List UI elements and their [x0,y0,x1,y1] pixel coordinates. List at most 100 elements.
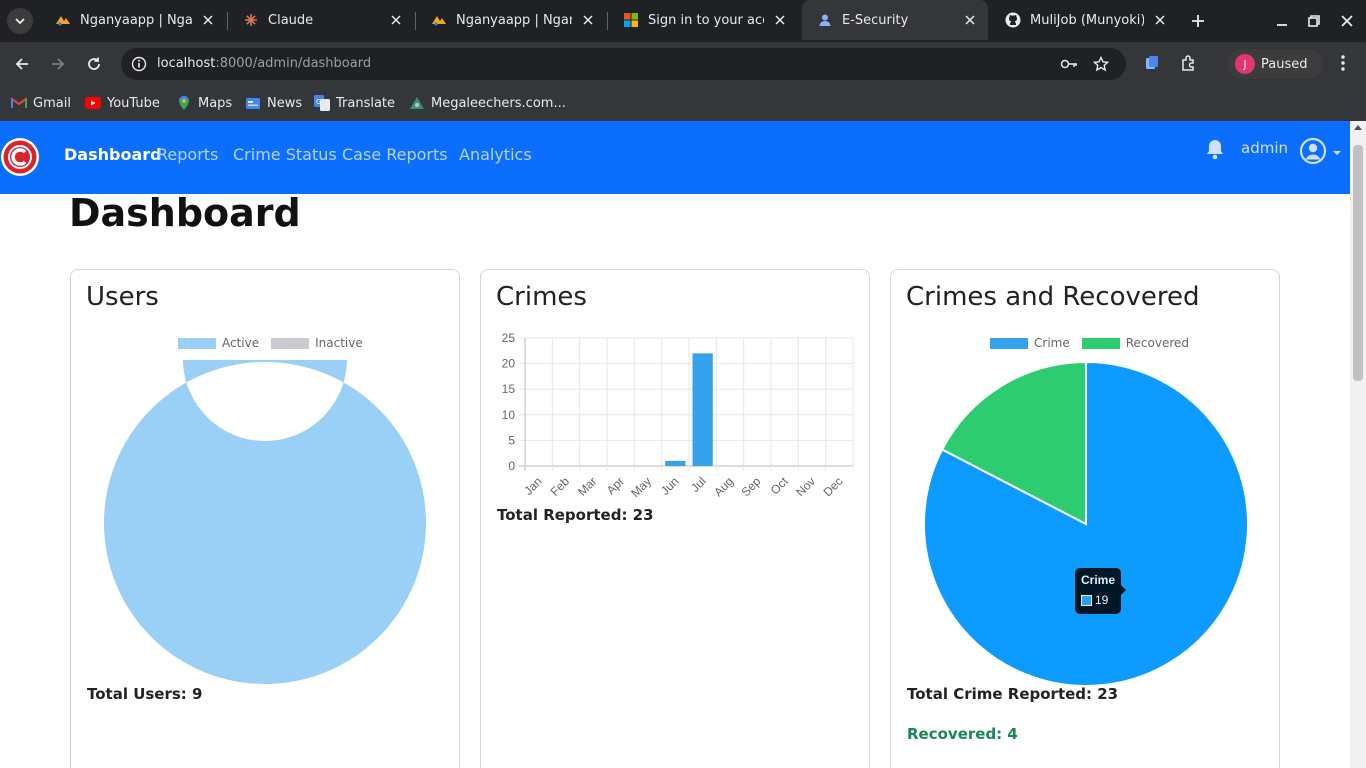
nav-link-case-reports[interactable]: Case Reports [342,145,448,164]
bookmark-label: Maps [198,95,233,111]
url-path: :8000/admin/dashboard [215,56,372,71]
browser-tab-6[interactable]: MuliJob (Munyoki) [990,0,1178,40]
bookmark-youtube[interactable]: YouTube [85,92,160,114]
bell-icon [1207,140,1223,160]
close-icon[interactable] [200,12,216,28]
forward-button[interactable] [46,52,70,76]
crimes-recovered-pie-chart[interactable] [922,360,1250,688]
arrow-left-icon [15,58,28,70]
bookmark-label: Translate [336,95,396,111]
card-title: Crimes and Recovered [906,282,1200,312]
tooltip-swatch [1081,595,1092,606]
tab-search-button[interactable] [7,8,33,34]
bookmark-news[interactable]: News [245,92,302,114]
minimize-button[interactable] [1270,9,1294,33]
browser-tab-5[interactable]: E-Security [802,0,988,40]
profile-avatar: J [1235,54,1255,74]
browser-tab-strip: Nganyaapp | Nganya Claude Nganyaapp | Ng… [0,0,1366,42]
extensions-icon[interactable] [1178,52,1200,74]
close-icon[interactable] [962,12,978,28]
card-title: Crimes [496,282,587,312]
close-icon[interactable] [580,12,596,28]
x-tick-label: Jun [658,474,682,498]
reload-button[interactable] [82,52,106,76]
restore-button[interactable] [1302,9,1326,33]
tooltip-title: Crime [1081,573,1116,587]
close-icon[interactable] [1152,12,1168,28]
browser-tab-2[interactable]: Claude [228,0,414,40]
notifications-button[interactable] [1205,138,1227,160]
bookmark-megaleechers[interactable]: Megaleechers.com... [409,92,566,114]
scrollbar-thumb[interactable] [1353,145,1363,381]
bookmarks-bar: Gmail YouTube Maps News G Translate Mega… [0,86,1366,121]
browser-tab-4[interactable]: Sign in to your acco [608,0,798,40]
x-tick-label: Sep [738,474,763,499]
y-tick-label: 5 [508,433,515,447]
reload-icon [88,57,100,70]
user-favicon-icon [816,12,834,28]
x-tick-label: Feb [548,474,573,499]
bookmark-translate[interactable]: G Translate [314,92,395,114]
app-navbar: Dashboard Reports Crime Status Case Repo… [0,121,1350,194]
close-icon[interactable] [388,12,404,28]
crimes-bar-chart[interactable]: 0 5 10 15 20 25 Jan Feb Mar Apr May Jun Jul Aug Sep Oct… [481,328,869,508]
nav-link-dashboard[interactable]: Dashboard [64,145,162,164]
browser-tab-3[interactable]: Nganyaapp | Nganya [416,0,606,40]
legend-swatch-crime [990,337,1028,349]
admin-username[interactable]: admin [1241,139,1288,157]
back-button[interactable] [10,52,34,76]
more-vertical-icon [1341,55,1345,71]
y-tick-label: 0 [508,459,515,473]
total-crime-reported-text: Total Crime Reported: 23 [907,685,1119,703]
address-bar[interactable]: localhost:8000/admin/dashboard [121,48,1126,80]
tab-title: MuliJob (Munyoki) [1030,12,1144,28]
browser-menu-button[interactable] [1332,52,1354,74]
nav-link-reports[interactable]: Reports [157,145,218,164]
tab-title: E-Security [842,12,909,28]
legend-label-inactive: Inactive [315,336,363,350]
password-key-icon[interactable] [1059,54,1079,74]
browser-tab-1[interactable]: Nganyaapp | Nganya [40,0,226,40]
close-window-button[interactable] [1335,9,1359,33]
users-doughnut-chart[interactable] [102,360,428,686]
new-tab-button[interactable] [1186,9,1210,33]
reading-list-icon[interactable] [1141,52,1163,74]
bookmark-gmail[interactable]: Gmail [11,92,71,114]
x-tick-label: Mar [575,474,600,499]
x-tick-label: Jan [521,474,545,498]
y-tick-label: 20 [502,357,516,371]
scroll-up-arrow-icon[interactable] [1354,125,1362,130]
x-tick-label: Nov [793,474,818,499]
bookmark-star-icon[interactable] [1091,54,1111,74]
claude-favicon-icon [242,12,260,28]
bookmark-label: News [267,95,303,111]
users-chart-legend[interactable]: Active Inactive [178,336,375,350]
legend-swatch-active [178,337,216,349]
crimes-recovered-legend[interactable]: Crime Recovered [990,336,1201,350]
user-menu-button[interactable] [1298,136,1344,166]
brand-logo[interactable] [0,137,42,179]
translate-icon: G [314,95,330,111]
recovered-count-text: Recovered: 4 [907,725,1018,743]
microsoft-favicon-icon [622,12,640,28]
gmail-icon [11,96,27,110]
tab-title: Claude [268,12,314,28]
crimes-recovered-card: Crimes and Recovered Crime Recovered Cri… [890,269,1280,768]
close-icon[interactable] [772,12,788,28]
url-host: localhost [157,56,216,71]
page-scrollbar[interactable] [1350,121,1366,768]
bar-jun [665,460,686,466]
site-info-icon[interactable] [129,54,149,74]
nav-link-analytics[interactable]: Analytics [459,145,532,164]
chart-tooltip: Crime 19 [1075,568,1126,614]
bookmark-maps[interactable]: Maps [176,92,232,114]
y-tick-label: 15 [502,382,516,396]
profile-button[interactable]: J Paused [1227,49,1323,79]
arrow-right-icon [52,58,65,70]
bookmark-label: YouTube [107,95,160,111]
tab-title: Nganyaapp | Nganya [456,12,572,28]
megaleechers-icon [409,96,425,110]
url-text[interactable]: localhost:8000/admin/dashboard [157,56,371,71]
caret-down-icon [1333,151,1341,155]
nav-link-crime-status[interactable]: Crime Status [233,145,337,164]
